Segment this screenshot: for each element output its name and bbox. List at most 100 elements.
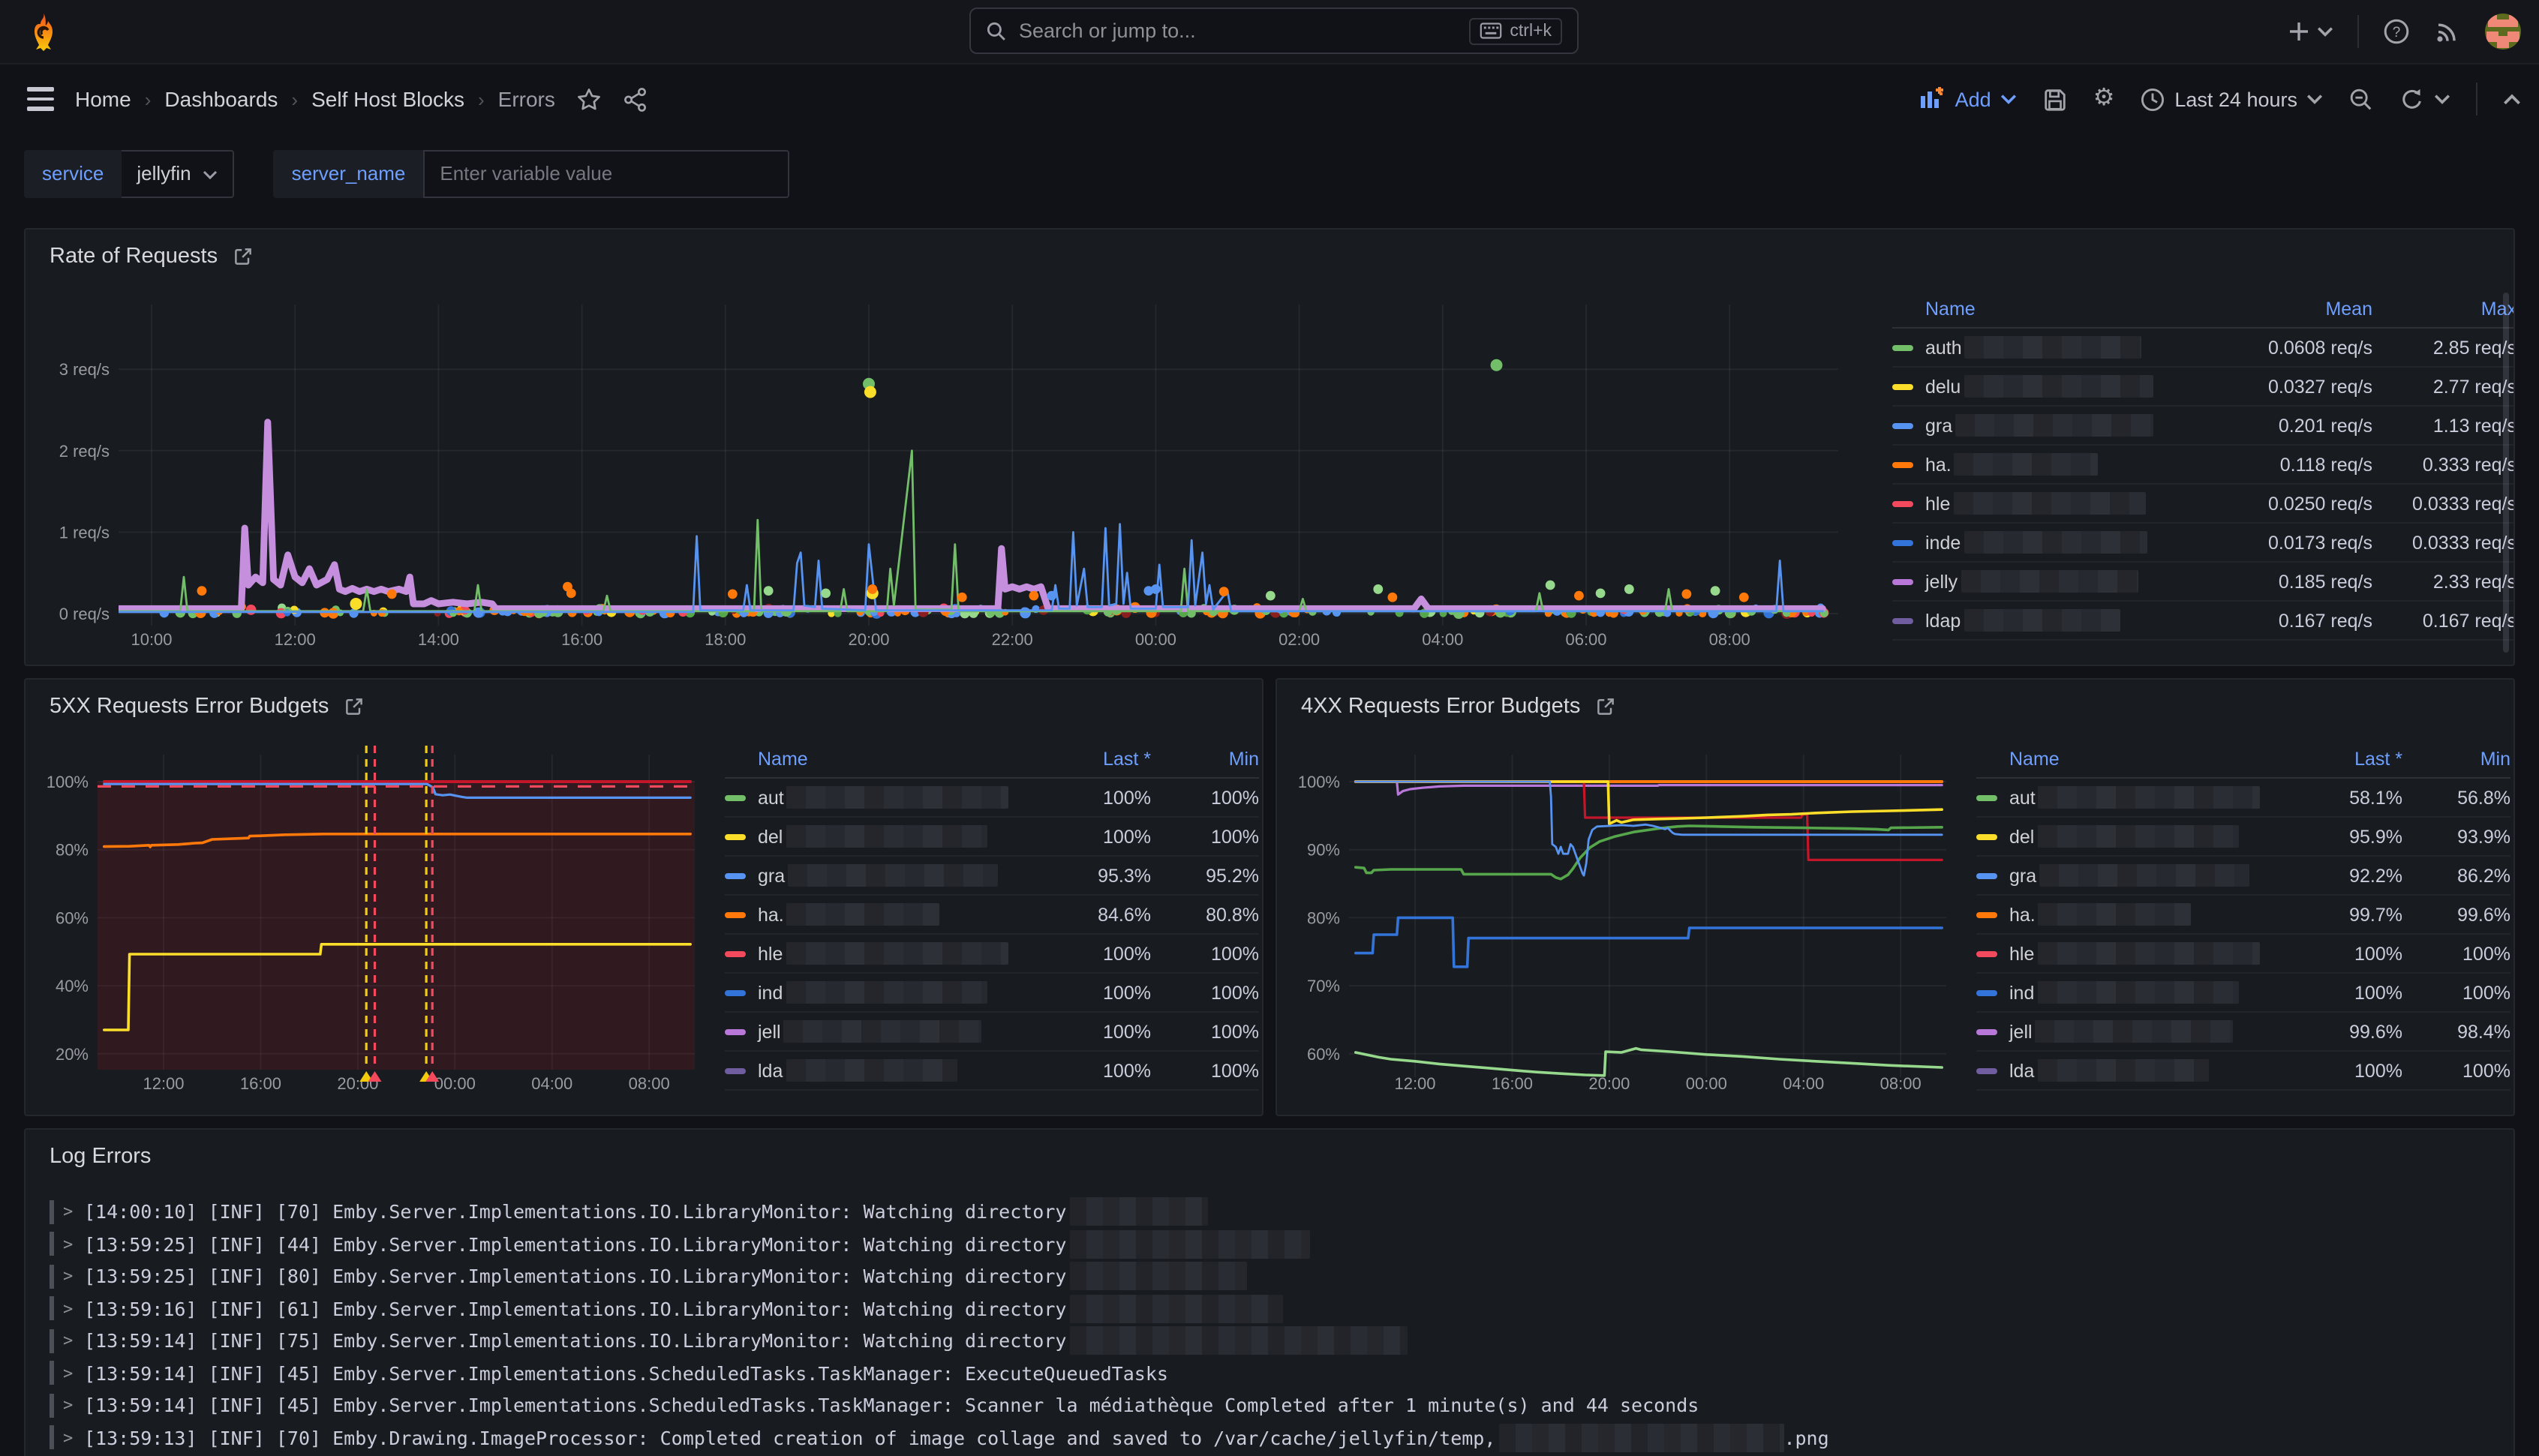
log-line[interactable]: >[13:59:25] [INF] [80] Emby.Server.Imple… bbox=[50, 1260, 2498, 1292]
legend-row-delu[interactable]: delu0.0327 req/s2.77 req/s bbox=[1892, 368, 2515, 407]
legend-row-lda[interactable]: lda100%100% bbox=[725, 1052, 1259, 1091]
5xx-chart[interactable]: 12:0016:0020:0000:0004:0008:00100%80%60%… bbox=[26, 731, 716, 1116]
legend-scrollbar[interactable] bbox=[2503, 293, 2509, 653]
series-name[interactable]: gra bbox=[758, 864, 1013, 887]
legend-row-del[interactable]: del95.9%93.9% bbox=[1976, 818, 2510, 857]
external-link-icon[interactable] bbox=[1595, 696, 1616, 717]
series-name[interactable]: jell bbox=[2009, 1020, 2264, 1043]
series-name[interactable]: aut bbox=[2009, 786, 2264, 809]
series-name[interactable]: hle bbox=[758, 942, 1013, 965]
global-search-input[interactable]: Search or jump to... ctrl+k bbox=[969, 8, 1579, 54]
breadcrumb-item-self-host-blocks[interactable]: Self Host Blocks bbox=[311, 87, 464, 111]
series-name[interactable]: ind bbox=[2009, 981, 2264, 1004]
expand-log-icon[interactable]: > bbox=[63, 1396, 84, 1415]
legend-row-jell[interactable]: jell99.6%98.4% bbox=[1976, 1013, 2510, 1052]
expand-log-icon[interactable]: > bbox=[63, 1428, 84, 1448]
log-line[interactable]: >[13:59:25] [INF] [44] Emby.Server.Imple… bbox=[50, 1228, 2498, 1260]
legend-row-jell[interactable]: jell100%100% bbox=[725, 1013, 1259, 1052]
grafana-logo[interactable] bbox=[24, 12, 63, 51]
breadcrumb-item-errors[interactable]: Errors bbox=[498, 87, 555, 111]
series-name[interactable]: ha. bbox=[1925, 453, 2216, 476]
legend-row-del[interactable]: del100%100% bbox=[725, 818, 1259, 857]
log-line[interactable]: >[13:59:16] [INF] [61] Emby.Server.Imple… bbox=[50, 1292, 2498, 1325]
legend-col-1[interactable]: Mean bbox=[2216, 298, 2372, 319]
panel-title[interactable]: Rate of Requests bbox=[50, 245, 218, 269]
new-menu-button[interactable] bbox=[2287, 20, 2333, 44]
legend-col-2[interactable]: Min bbox=[2402, 748, 2510, 769]
log-line[interactable]: >[13:59:14] [INF] [45] Emby.Server.Imple… bbox=[50, 1389, 2498, 1421]
series-name[interactable]: lda bbox=[2009, 1059, 2264, 1082]
breadcrumb-item-home[interactable]: Home bbox=[75, 87, 131, 111]
expand-log-icon[interactable]: > bbox=[63, 1235, 84, 1254]
series-name[interactable]: gra bbox=[2009, 864, 2264, 887]
variable-server-name-input[interactable]: Enter variable value bbox=[423, 150, 789, 198]
legend-row-ha[interactable]: ha.84.6%80.8% bbox=[725, 896, 1259, 935]
series-name[interactable]: lda bbox=[758, 1059, 1013, 1082]
external-link-icon[interactable] bbox=[344, 696, 365, 717]
log-line[interactable]: >[13:59:14] [INF] [75] Emby.Server.Imple… bbox=[50, 1325, 2498, 1357]
zoom-out-time-button[interactable] bbox=[2348, 86, 2374, 112]
series-name[interactable]: inde bbox=[1925, 531, 2216, 554]
breadcrumb-item-dashboards[interactable]: Dashboards bbox=[164, 87, 278, 111]
legend-row-ind[interactable]: ind100%100% bbox=[1976, 974, 2510, 1013]
legend-row-gra[interactable]: gra0.201 req/s1.13 req/s bbox=[1892, 407, 2515, 446]
series-name[interactable]: ha. bbox=[758, 903, 1013, 926]
legend-row-aut[interactable]: aut58.1%56.8% bbox=[1976, 779, 2510, 818]
legend-row-ha[interactable]: ha.99.7%99.6% bbox=[1976, 896, 2510, 935]
legend-col-2[interactable]: Min bbox=[1151, 748, 1259, 769]
legend-col-1[interactable]: Last * bbox=[2264, 748, 2402, 769]
4xx-chart[interactable]: 12:0016:0020:0000:0004:0008:00100%90%80%… bbox=[1277, 731, 1967, 1116]
legend-row-inde[interactable]: inde0.0173 req/s0.0333 req/s bbox=[1892, 524, 2515, 563]
legend-row-gra[interactable]: gra92.2%86.2% bbox=[1976, 857, 2510, 896]
share-icon[interactable] bbox=[623, 86, 648, 112]
variable-service-select[interactable]: jellyfin bbox=[122, 150, 234, 198]
user-avatar[interactable] bbox=[2485, 14, 2521, 50]
mega-menu-toggle[interactable] bbox=[27, 88, 54, 111]
collapse-toolbar-button[interactable] bbox=[2503, 92, 2521, 106]
legend-col-name[interactable]: Name bbox=[1925, 298, 2216, 319]
series-name[interactable]: del bbox=[2009, 825, 2264, 848]
legend-row-hle[interactable]: hle100%100% bbox=[1976, 935, 2510, 974]
series-name[interactable]: auth bbox=[1925, 336, 2216, 359]
news-button[interactable] bbox=[2434, 18, 2461, 45]
log-line[interactable]: >[14:00:10] [INF] [70] Emby.Server.Imple… bbox=[50, 1196, 2498, 1228]
log-line[interactable]: >[13:59:14] [INF] [45] Emby.Server.Imple… bbox=[50, 1357, 2498, 1389]
add-panel-button[interactable]: Add bbox=[1919, 87, 2017, 111]
legend-col-2[interactable]: Max bbox=[2372, 298, 2515, 319]
favorite-star-icon[interactable] bbox=[576, 86, 602, 112]
series-name[interactable]: ha. bbox=[2009, 903, 2264, 926]
legend-row-aut[interactable]: aut100%100% bbox=[725, 779, 1259, 818]
legend-row-auth[interactable]: auth0.0608 req/s2.85 req/s bbox=[1892, 329, 2515, 368]
expand-log-icon[interactable]: > bbox=[63, 1267, 84, 1286]
legend-row-jelly[interactable]: jelly0.185 req/s2.33 req/s bbox=[1892, 563, 2515, 602]
refresh-button[interactable] bbox=[2399, 86, 2450, 112]
series-name[interactable]: gra bbox=[1925, 414, 2216, 437]
legend-col-name[interactable]: Name bbox=[2009, 748, 2264, 769]
series-name[interactable]: hle bbox=[1925, 492, 2216, 515]
legend-col-name[interactable]: Name bbox=[758, 748, 1013, 769]
legend-col-1[interactable]: Last * bbox=[1013, 748, 1151, 769]
legend-row-ha[interactable]: ha.0.118 req/s0.333 req/s bbox=[1892, 446, 2515, 485]
series-name[interactable]: ind bbox=[758, 981, 1013, 1004]
time-range-picker[interactable]: Last 24 hours bbox=[2140, 86, 2323, 112]
series-name[interactable]: del bbox=[758, 825, 1013, 848]
legend-row-gra[interactable]: gra95.3%95.2% bbox=[725, 857, 1259, 896]
save-dashboard-button[interactable] bbox=[2042, 86, 2068, 112]
panel-title[interactable]: 4XX Requests Error Budgets bbox=[1301, 695, 1580, 719]
series-name[interactable]: aut bbox=[758, 786, 1013, 809]
rate-chart[interactable]: 10:0012:0014:0016:0018:0020:0022:0000:00… bbox=[26, 287, 1901, 665]
external-link-icon[interactable] bbox=[233, 246, 254, 267]
legend-row-lda[interactable]: lda100%100% bbox=[1976, 1052, 2510, 1091]
expand-log-icon[interactable]: > bbox=[63, 1364, 84, 1383]
series-name[interactable]: jelly bbox=[1925, 570, 2216, 593]
expand-log-icon[interactable]: > bbox=[63, 1202, 84, 1222]
legend-row-ind[interactable]: ind100%100% bbox=[725, 974, 1259, 1013]
legend-row-hle[interactable]: hle0.0250 req/s0.0333 req/s bbox=[1892, 485, 2515, 524]
help-button[interactable]: ? bbox=[2383, 18, 2410, 45]
series-name[interactable]: hle bbox=[2009, 942, 2264, 965]
series-name[interactable]: ldap bbox=[1925, 609, 2216, 632]
legend-row-ldap[interactable]: ldap0.167 req/s0.167 req/s bbox=[1892, 602, 2515, 641]
series-name[interactable]: jell bbox=[758, 1020, 1013, 1043]
expand-log-icon[interactable]: > bbox=[63, 1299, 84, 1319]
log-line[interactable]: >[13:59:13] [INF] [70] Emby.Drawing.Imag… bbox=[50, 1421, 2498, 1454]
